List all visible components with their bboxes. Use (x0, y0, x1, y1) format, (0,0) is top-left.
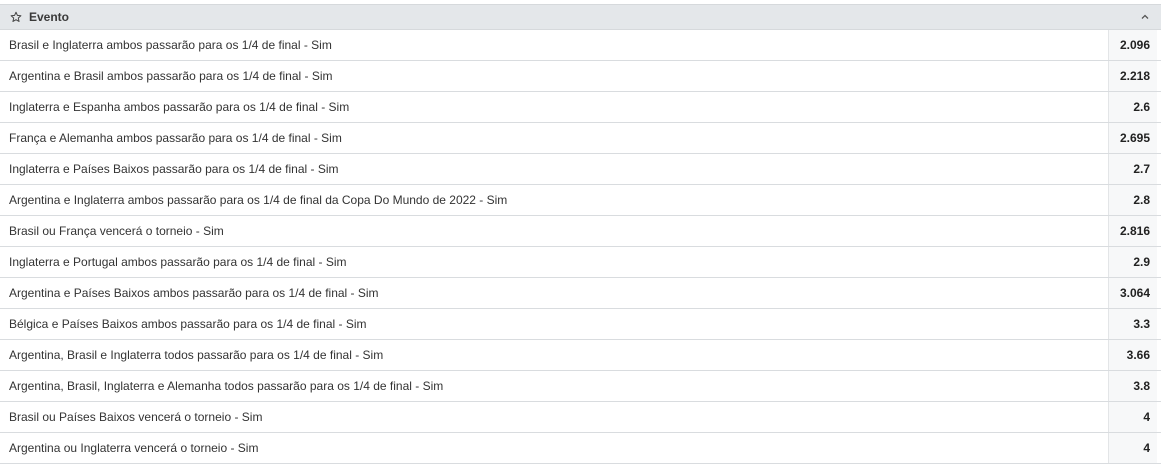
market-header[interactable]: Evento (0, 4, 1161, 30)
odds-button[interactable]: 4 (1108, 433, 1157, 463)
selection-label: França e Alemanha ambos passarão para os… (9, 131, 342, 145)
selection-row[interactable]: Bélgica e Países Baixos ambos passarão p… (0, 309, 1161, 340)
odds-button[interactable]: 2.816 (1108, 216, 1157, 246)
odds-button[interactable]: 3.064 (1108, 278, 1157, 308)
selection-label: Brasil ou França vencerá o torneio - Sim (9, 224, 224, 238)
selection-row[interactable]: Inglaterra e Portugal ambos passarão par… (0, 247, 1161, 278)
selection-row[interactable]: Argentina, Brasil, Inglaterra e Alemanha… (0, 371, 1161, 402)
selection-row[interactable]: Inglaterra e Espanha ambos passarão para… (0, 92, 1161, 123)
odds-button[interactable]: 2.218 (1108, 61, 1157, 91)
selection-label: Inglaterra e Países Baixos passarão para… (9, 162, 339, 176)
odds-button[interactable]: 2.9 (1108, 247, 1157, 277)
odds-button[interactable]: 2.6 (1108, 92, 1157, 122)
odds-button[interactable]: 3.8 (1108, 371, 1157, 401)
selection-row[interactable]: Argentina e Inglaterra ambos passarão pa… (0, 185, 1161, 216)
selection-label: Brasil ou Países Baixos vencerá o tornei… (9, 410, 263, 424)
event-market-panel: Evento Brasil e Inglaterra ambos passarã… (0, 4, 1161, 464)
selection-list: Brasil e Inglaterra ambos passarão para … (0, 30, 1161, 464)
odds-button[interactable]: 2.7 (1108, 154, 1157, 184)
odds-button[interactable]: 2.695 (1108, 123, 1157, 153)
selection-label: Inglaterra e Espanha ambos passarão para… (9, 100, 350, 114)
selection-label: Argentina e Brasil ambos passarão para o… (9, 69, 333, 83)
odds-button[interactable]: 2.8 (1108, 185, 1157, 215)
odds-button[interactable]: 4 (1108, 402, 1157, 432)
odds-button[interactable]: 2.096 (1108, 30, 1157, 60)
selection-label: Argentina, Brasil, Inglaterra e Alemanha… (9, 379, 444, 393)
selection-row[interactable]: França e Alemanha ambos passarão para os… (0, 123, 1161, 154)
selection-label: Argentina e Países Baixos ambos passarão… (9, 286, 379, 300)
selection-row[interactable]: Argentina e Países Baixos ambos passarão… (0, 278, 1161, 309)
odds-button[interactable]: 3.66 (1108, 340, 1157, 370)
selection-row[interactable]: Brasil e Inglaterra ambos passarão para … (0, 30, 1161, 61)
selection-label: Brasil e Inglaterra ambos passarão para … (9, 38, 332, 52)
selection-row[interactable]: Argentina e Brasil ambos passarão para o… (0, 61, 1161, 92)
selection-label: Argentina e Inglaterra ambos passarão pa… (9, 193, 508, 207)
selection-row[interactable]: Argentina, Brasil e Inglaterra todos pas… (0, 340, 1161, 371)
selection-label: Argentina ou Inglaterra vencerá o tornei… (9, 441, 259, 455)
selection-label: Argentina, Brasil e Inglaterra todos pas… (9, 348, 384, 362)
selection-label: Bélgica e Países Baixos ambos passarão p… (9, 317, 367, 331)
selection-row[interactable]: Brasil ou França vencerá o torneio - Sim… (0, 216, 1161, 247)
star-outline-icon[interactable] (9, 10, 23, 24)
odds-button[interactable]: 3.3 (1108, 309, 1157, 339)
selection-row[interactable]: Brasil ou Países Baixos vencerá o tornei… (0, 402, 1161, 433)
market-title: Evento (29, 10, 70, 24)
chevron-up-icon[interactable] (1139, 11, 1151, 23)
selection-row[interactable]: Inglaterra e Países Baixos passarão para… (0, 154, 1161, 185)
selection-label: Inglaterra e Portugal ambos passarão par… (9, 255, 347, 269)
selection-row[interactable]: Argentina ou Inglaterra vencerá o tornei… (0, 433, 1161, 464)
